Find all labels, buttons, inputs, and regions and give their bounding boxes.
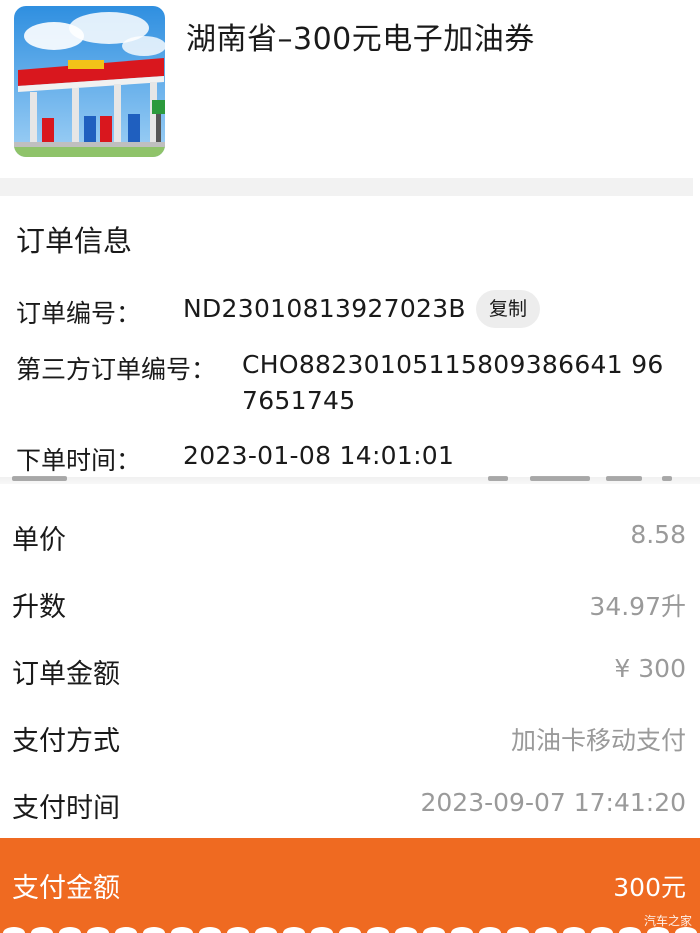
- detail-row-payment-method: 支付方式 加油卡移动支付: [0, 705, 700, 771]
- scallop-notch: [535, 927, 557, 933]
- third-party-order-value-line1: CHO88230105115809386641 96: [242, 350, 664, 379]
- payment-total-label: 支付金额: [12, 873, 120, 904]
- scallop-notch: [115, 927, 137, 933]
- scallop-notch: [367, 927, 389, 933]
- order-time-label: 下单时间：: [16, 446, 142, 475]
- order-amount-label: 订单金额: [12, 659, 120, 690]
- payment-time-label: 支付时间: [12, 793, 120, 824]
- payment-method-value: 加油卡移动支付: [510, 726, 686, 755]
- scallop-notch: [283, 927, 305, 933]
- order-amount-value: ¥ 300: [614, 654, 686, 683]
- unit-price-value: 8.58: [630, 520, 686, 549]
- copy-button[interactable]: 复制: [476, 290, 540, 328]
- unit-price-label: 单价: [12, 525, 66, 556]
- liters-value: 34.97升: [589, 592, 686, 621]
- scallop-notch: [395, 927, 417, 933]
- scallop-notch: [31, 927, 53, 933]
- payment-method-label: 支付方式: [12, 726, 120, 757]
- payment-time-value: 2023-09-07 17:41:20: [420, 788, 686, 817]
- third-party-order-value-line2: 7651745: [242, 386, 356, 415]
- scallop-notch: [143, 927, 165, 933]
- detail-row-order-amount: 订单金额 ¥ 300: [0, 638, 700, 704]
- scallop-notch: [563, 927, 585, 933]
- third-party-order-label: 第三方订单编号：: [16, 355, 217, 384]
- section-divider: [0, 178, 693, 196]
- payment-total-value: 300元: [613, 873, 686, 902]
- scallop-notch: [339, 927, 361, 933]
- scallop-notch: [479, 927, 501, 933]
- order-no-value: ND23010813927023B: [183, 294, 466, 323]
- seam-fragments: [0, 474, 700, 482]
- order-info-title: 订单信息: [16, 224, 133, 258]
- scallop-notch: [451, 927, 473, 933]
- product-title: 湖南省–300元电子加油券: [186, 22, 535, 57]
- scallop-notch: [227, 927, 249, 933]
- scallop-notch: [59, 927, 81, 933]
- receipt-scallop-edge: [3, 927, 697, 933]
- order-no-label: 订单编号：: [16, 299, 142, 328]
- scallop-notch: [619, 927, 641, 933]
- liters-label: 升数: [12, 592, 66, 623]
- order-time-value: 2023-01-08 14:01:01: [183, 441, 455, 470]
- detail-row-payment-time: 支付时间 2023-09-07 17:41:20: [0, 772, 700, 838]
- detail-row-liters: 升数 34.97升: [0, 571, 700, 637]
- scallop-notch: [3, 927, 25, 933]
- gas-station-image: [14, 6, 165, 157]
- product-header: 湖南省–300元电子加油券: [0, 0, 700, 178]
- scallop-notch: [255, 927, 277, 933]
- scallop-notch: [507, 927, 529, 933]
- scallop-notch: [171, 927, 193, 933]
- watermark: 汽车之家: [643, 914, 692, 928]
- scallop-notch: [423, 927, 445, 933]
- scallop-notch: [87, 927, 109, 933]
- scallop-notch: [311, 927, 333, 933]
- detail-row-unit-price: 单价 8.58: [0, 504, 700, 570]
- scallop-notch: [591, 927, 613, 933]
- scallop-notch: [199, 927, 221, 933]
